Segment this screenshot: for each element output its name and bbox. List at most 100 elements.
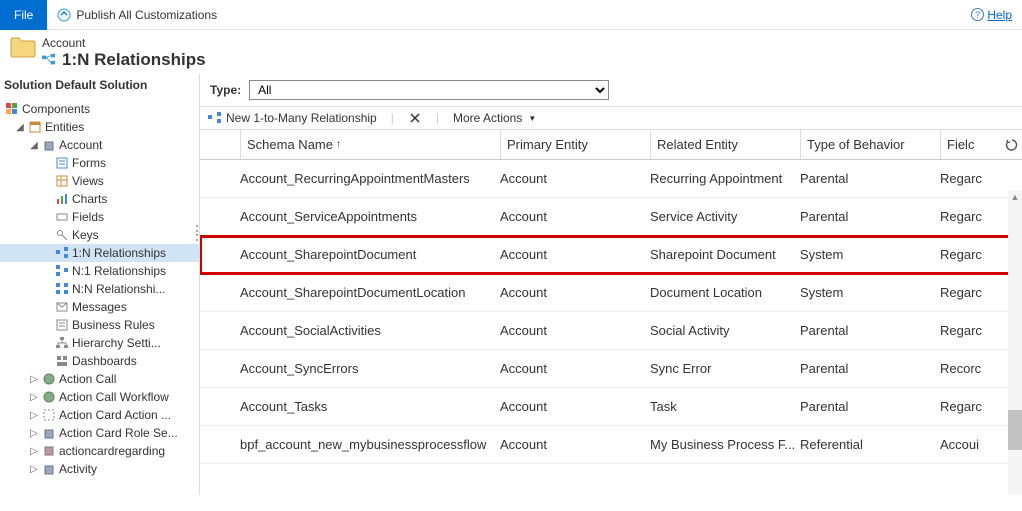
views-icon [55,174,69,188]
page-title-row: 1:N Relationships [42,50,206,70]
entity-icon [42,408,56,422]
scrollbar-thumb[interactable] [1008,410,1022,450]
column-header-related[interactable]: Related Entity [650,130,800,159]
publish-all-button[interactable]: Publish All Customizations [47,0,227,30]
entity-icon [42,372,56,386]
tree-node-keys[interactable]: Keys [0,226,199,244]
type-select[interactable]: All [249,80,609,100]
content-area: Type: All New 1-to-Many Relationship | |… [200,74,1022,495]
cell-related: My Business Process F... [650,437,800,452]
tree-node-action-card-action[interactable]: ▷Action Card Action ... [0,406,199,424]
expand-icon[interactable]: ▷ [29,446,39,457]
table-row[interactable]: Account_ServiceAppointmentsAccountServic… [200,198,1022,236]
tree-node-activity[interactable]: ▷ Activity [0,460,199,478]
file-menu-button[interactable]: File [0,0,47,30]
column-header-primary[interactable]: Primary Entity [500,130,650,159]
tree-node-messages[interactable]: Messages [0,298,199,316]
cell-schema: Account_SharepointDocumentLocation [240,285,500,300]
new-relationship-button[interactable]: New 1-to-Many Relationship [208,111,377,125]
tree-node-action-call-workflow[interactable]: ▷ Action Call Workflow [0,388,199,406]
tree-node-business-rules[interactable]: Business Rules [0,316,199,334]
cell-schema: Account_SyncErrors [240,361,500,376]
cell-schema: bpf_account_new_mybusinessprocessflow [240,437,500,452]
expand-icon[interactable]: ▷ [29,392,39,403]
cell-related: Social Activity [650,323,800,338]
components-icon [5,102,19,116]
sidebar: Solution Default Solution Components ◢ E… [0,74,200,495]
tree-label: Action Call Workflow [59,390,169,404]
tree-node-fields[interactable]: Fields [0,208,199,226]
dashboards-icon [55,354,69,368]
fields-icon [55,210,69,224]
table-row[interactable]: Account_SocialActivitiesAccountSocial Ac… [200,312,1022,350]
tree-node-hierarchy[interactable]: Hierarchy Setti... [0,334,199,352]
expand-icon[interactable]: ▷ [29,464,39,475]
tree-label: Dashboards [72,354,137,368]
separator: | [391,111,394,125]
table-row[interactable]: Account_SyncErrorsAccountSync ErrorParen… [200,350,1022,388]
navigation-tree: Components ◢ Entities ◢ Account Forms Vi… [0,96,199,482]
refresh-button[interactable] [1002,138,1022,152]
checkbox-column-header[interactable] [200,130,240,159]
table-row[interactable]: bpf_account_new_mybusinessprocessflowAcc… [200,426,1022,464]
help-link[interactable]: ? Help [970,8,1022,22]
tree-node-actioncardregarding[interactable]: ▷ actioncardregarding [0,442,199,460]
toolbar: New 1-to-Many Relationship | | More Acti… [200,106,1022,130]
tree-label: Activity [59,462,97,476]
tree-node-1n-relationships[interactable]: 1:N Relationships [0,244,199,262]
cell-primary: Account [500,323,650,338]
column-header-field[interactable]: Fielc [940,130,1002,159]
column-header-schema[interactable]: Schema Name↑ [240,130,500,159]
cell-primary: Account [500,247,650,262]
relationship-icon [208,111,222,125]
cell-behavior: Parental [800,323,940,338]
cell-schema: Account_ServiceAppointments [240,209,500,224]
table-row[interactable]: Account_RecurringAppointmentMastersAccou… [200,160,1022,198]
separator: | [436,111,439,125]
table-row[interactable]: Account_TasksAccountTaskParentalRegarc [200,388,1022,426]
relationship-nn-icon [55,282,69,296]
table-row[interactable]: Account_SharepointDocumentAccountSharepo… [200,236,1022,274]
entity-icon [42,138,56,152]
tree-node-entities[interactable]: ◢ Entities [0,118,199,136]
cell-behavior: System [800,285,940,300]
tree-label: N:N Relationshi... [72,282,165,296]
tree-node-action-call[interactable]: ▷Action Call [0,370,199,388]
svg-text:?: ? [975,10,980,20]
sort-asc-icon: ↑ [336,139,341,150]
scrollbar-track[interactable]: ▲ [1008,190,1022,495]
cell-schema: Account_SharepointDocument [240,247,500,262]
tree-label: actioncardregarding [59,444,165,458]
expand-icon[interactable]: ▷ [29,428,39,439]
top-bar: File Publish All Customizations ? Help [0,0,1022,30]
collapse-icon[interactable]: ◢ [29,140,39,151]
tree-label: Account [59,138,102,152]
expand-icon[interactable]: ▷ [29,374,39,385]
tree-node-nn-relationships[interactable]: N:N Relationshi... [0,280,199,298]
delete-button[interactable] [408,111,422,125]
scroll-up-icon[interactable]: ▲ [1008,190,1022,204]
tree-node-forms[interactable]: Forms [0,154,199,172]
cell-primary: Account [500,209,650,224]
tree-label: Keys [72,228,99,242]
tree-node-views[interactable]: Views [0,172,199,190]
collapse-icon[interactable]: ◢ [15,122,25,133]
forms-icon [55,156,69,170]
tree-node-charts[interactable]: Charts [0,190,199,208]
more-actions-button[interactable]: More Actions ▼ [453,111,536,125]
tree-node-n1-relationships[interactable]: N:1 Relationships [0,262,199,280]
cell-behavior: Referential [800,437,940,452]
column-header-behavior[interactable]: Type of Behavior [800,130,940,159]
tree-node-account[interactable]: ◢ Account [0,136,199,154]
expand-icon[interactable]: ▷ [29,410,39,421]
grid-body[interactable]: Account_RecurringAppointmentMastersAccou… [200,160,1022,495]
table-row[interactable]: Account_SharepointDocumentLocationAccoun… [200,274,1022,312]
cell-behavior: Parental [800,171,940,186]
tree-node-action-card-role[interactable]: ▷Action Card Role Se... [0,424,199,442]
cell-related: Sync Error [650,361,800,376]
tree-label: Charts [72,192,107,206]
cell-primary: Account [500,171,650,186]
tree-node-components[interactable]: Components [0,100,199,118]
tree-node-dashboards[interactable]: Dashboards [0,352,199,370]
entities-icon [28,120,42,134]
